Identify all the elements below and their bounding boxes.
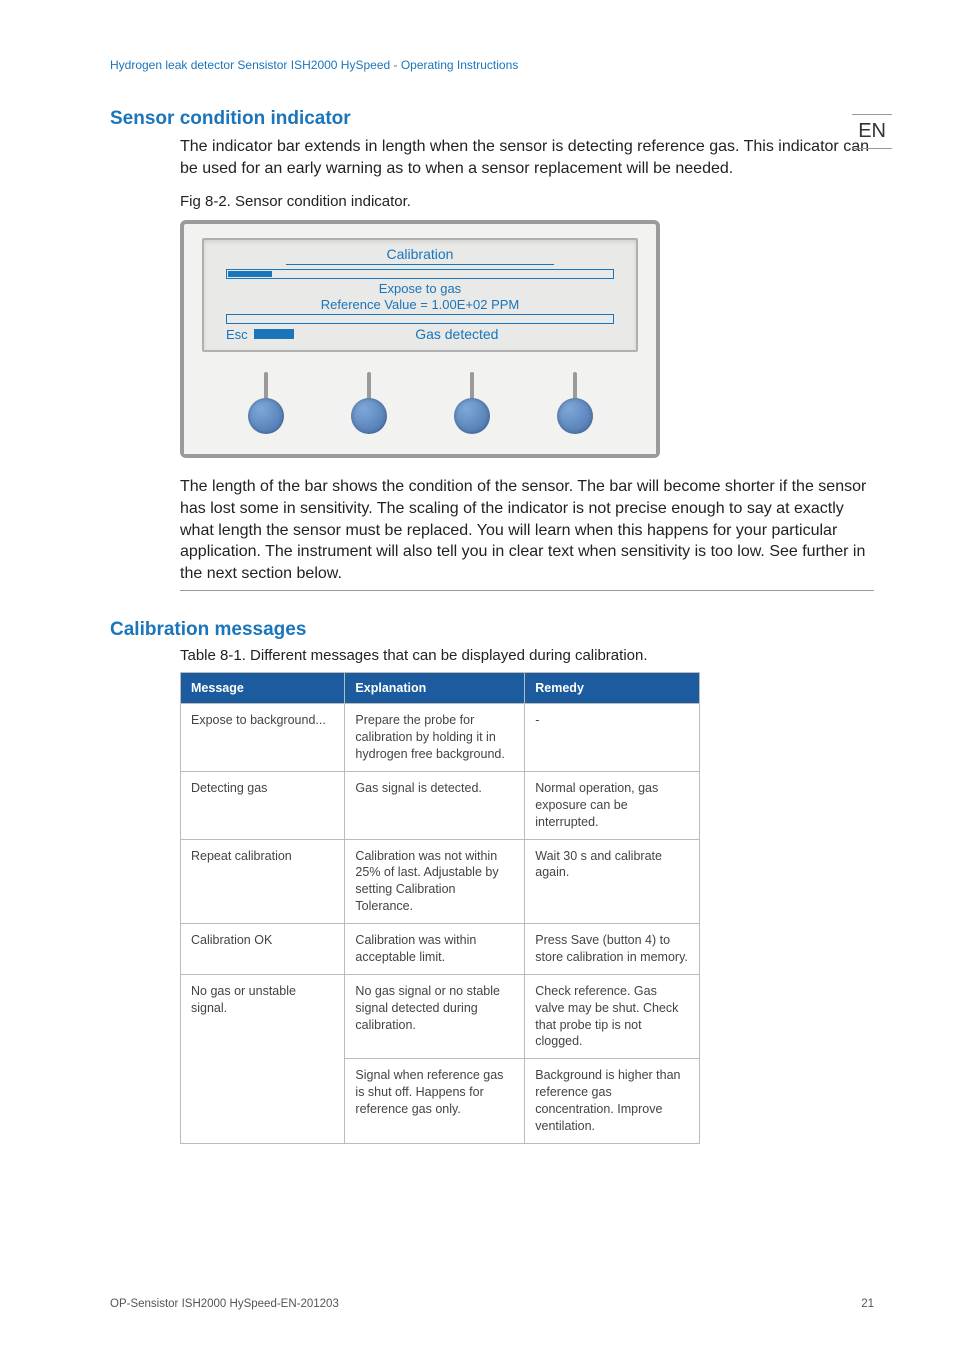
lcd-esc-bar bbox=[254, 329, 294, 339]
table-row: Repeat calibration bbox=[181, 839, 345, 924]
breadcrumb: Hydrogen leak detector Sensistor ISH2000… bbox=[110, 58, 874, 72]
footer-doc-id: OP-Sensistor ISH2000 HySpeed-EN-201203 bbox=[110, 1298, 339, 1310]
hardware-button-3[interactable] bbox=[454, 372, 490, 434]
table-row: Normal operation, gas exposure can be in… bbox=[525, 771, 700, 839]
table-row: Check reference. Gas valve may be shut. … bbox=[525, 974, 700, 1059]
hardware-button-1[interactable] bbox=[248, 372, 284, 434]
table-row: Press Save (button 4) to store calibrati… bbox=[525, 924, 700, 975]
table-row: No gas or unstable signal. bbox=[181, 974, 345, 1143]
table-row: Background is higher than reference gas … bbox=[525, 1059, 700, 1144]
table-row: Calibration OK bbox=[181, 924, 345, 975]
page-footer: OP-Sensistor ISH2000 HySpeed-EN-201203 2… bbox=[110, 1298, 874, 1310]
lcd-esc-label: Esc bbox=[226, 327, 248, 342]
section1-para2: The length of the bar shows the conditio… bbox=[180, 476, 874, 591]
table-header-explanation: Explanation bbox=[345, 673, 525, 704]
breadcrumb-left: Hydrogen leak detector Sensistor ISH2000… bbox=[110, 58, 390, 72]
hardware-button-row bbox=[184, 358, 656, 454]
table-header-remedy: Remedy bbox=[525, 673, 700, 704]
language-tab: EN bbox=[858, 120, 886, 143]
lcd-progress-bar-mid bbox=[226, 314, 614, 324]
table-row: Expose to background... bbox=[181, 704, 345, 772]
hardware-button-2[interactable] bbox=[351, 372, 387, 434]
table-row: Signal when reference gas is shut off. H… bbox=[345, 1059, 525, 1144]
table-row: Calibration was within acceptable limit. bbox=[345, 924, 525, 975]
table-row: No gas signal or no stable signal detect… bbox=[345, 974, 525, 1059]
lcd-detected: Gas detected bbox=[300, 326, 614, 342]
table-row: Wait 30 s and calibrate again. bbox=[525, 839, 700, 924]
section-title-calibration-messages: Calibration messages bbox=[110, 619, 874, 641]
table-row: Calibration was not within 25% of last. … bbox=[345, 839, 525, 924]
section-title-sensor-condition: Sensor condition indicator bbox=[110, 108, 874, 130]
table-row: Detecting gas bbox=[181, 771, 345, 839]
table-row: Gas signal is detected. bbox=[345, 771, 525, 839]
calibration-messages-table: Message Explanation Remedy Expose to bac… bbox=[180, 672, 700, 1144]
lcd-screen: Calibration Expose to gas Reference Valu… bbox=[202, 238, 638, 352]
lcd-title: Calibration bbox=[286, 246, 554, 265]
hardware-button-4[interactable] bbox=[557, 372, 593, 434]
device-panel: Calibration Expose to gas Reference Valu… bbox=[180, 220, 660, 458]
section1-para1: The indicator bar extends in length when… bbox=[180, 136, 874, 179]
table-row: - bbox=[525, 704, 700, 772]
table-header-message: Message bbox=[181, 673, 345, 704]
table-caption: Table 8-1. Different messages that can b… bbox=[180, 647, 874, 664]
lcd-line1: Expose to gas bbox=[226, 281, 614, 297]
footer-page-number: 21 bbox=[861, 1298, 874, 1310]
breadcrumb-sep: - bbox=[390, 58, 401, 72]
lcd-line2: Reference Value = 1.00E+02 PPM bbox=[226, 297, 614, 313]
table-row: Prepare the probe for calibration by hol… bbox=[345, 704, 525, 772]
breadcrumb-right: Operating Instructions bbox=[401, 58, 518, 72]
figure-caption: Fig 8-2. Sensor condition indicator. bbox=[180, 193, 874, 210]
lcd-progress-bar-top bbox=[226, 269, 614, 279]
